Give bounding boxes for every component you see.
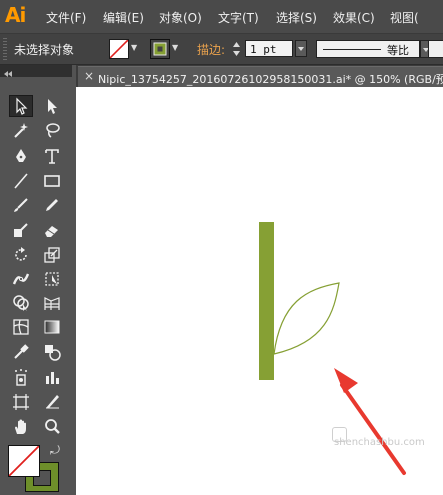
panel-grip[interactable]	[3, 38, 7, 60]
stroke-dropdown-icon[interactable]: ▼	[172, 43, 178, 52]
fill-dropdown-icon[interactable]: ▼	[131, 43, 137, 52]
stroke-weight-input[interactable]: 1 pt	[245, 40, 293, 57]
eraser-tool-icon[interactable]	[40, 219, 64, 241]
stem-rectangle[interactable]	[259, 222, 274, 380]
pen-tool-icon[interactable]	[9, 145, 33, 167]
blend-tool-icon[interactable]	[40, 341, 64, 363]
menu-type[interactable]: 文字(T)	[218, 9, 259, 26]
artwork	[259, 222, 406, 475]
scale-tool-icon[interactable]	[40, 244, 64, 266]
stroke-label[interactable]: 描边:	[197, 41, 225, 58]
leaf-path[interactable]	[273, 282, 340, 355]
menu-bar: Ai 文件(F) 编辑(E) 对象(O) 文字(T) 选择(S) 效果(C) 视…	[0, 0, 443, 34]
magic-wand-tool-icon[interactable]	[9, 119, 33, 141]
zoom-tool-icon[interactable]	[40, 416, 64, 438]
control-bar: 未选择对象 ▼ ▼ 描边: 1 pt 等比	[0, 34, 443, 65]
tools-panel-header[interactable]	[0, 65, 72, 77]
selection-tool-icon[interactable]	[9, 95, 33, 117]
stroke-weight-spinner-icon[interactable]	[232, 40, 241, 58]
menu-effect[interactable]: 效果(C)	[333, 9, 375, 26]
width-tool-icon[interactable]	[9, 268, 33, 290]
profile-label: 等比	[387, 44, 409, 57]
fill-color-swatch[interactable]	[109, 39, 129, 59]
red-arrow	[334, 368, 406, 475]
rectangle-tool-icon[interactable]	[40, 170, 64, 192]
pencil-tool-icon[interactable]	[40, 194, 64, 216]
menu-select[interactable]: 选择(S)	[276, 9, 317, 26]
artboard-canvas[interactable]	[76, 87, 443, 495]
symbol-sprayer-tool-icon[interactable]	[9, 366, 33, 388]
eyedropper-tool-icon[interactable]	[9, 341, 33, 363]
type-tool-icon[interactable]	[40, 145, 64, 167]
app-logo: Ai	[5, 3, 26, 27]
column-graph-tool-icon[interactable]	[40, 366, 64, 388]
lasso-tool-icon[interactable]	[40, 119, 64, 141]
none-color-icon	[9, 446, 39, 476]
blob-brush-tool-icon[interactable]	[9, 219, 33, 241]
brush-definition-select[interactable]	[428, 40, 443, 58]
document-tab-title: Nipic_13754257_20160726102958150031.ai* …	[98, 73, 443, 86]
mesh-tool-icon[interactable]	[9, 316, 33, 338]
line-segment-tool-icon[interactable]	[9, 170, 33, 192]
menu-edit[interactable]: 编辑(E)	[103, 9, 144, 26]
selection-status: 未选择对象	[14, 43, 75, 57]
artboard-tool-icon[interactable]	[9, 391, 33, 413]
watermark: shenchashbu.com	[334, 437, 425, 448]
menu-view[interactable]: 视图(	[390, 9, 419, 26]
fill-swatch[interactable]	[8, 445, 40, 477]
menu-file[interactable]: 文件(F)	[46, 9, 86, 26]
stroke-square-icon	[153, 42, 167, 56]
profile-line-preview	[323, 49, 381, 50]
stroke-color-swatch[interactable]	[150, 39, 170, 59]
direct-selection-tool-icon[interactable]	[40, 95, 64, 117]
gradient-tool-icon[interactable]	[40, 316, 64, 338]
stroke-weight-dropdown[interactable]	[295, 40, 307, 57]
menu-object[interactable]: 对象(O)	[159, 9, 202, 26]
free-transform-tool-icon[interactable]	[40, 268, 64, 290]
perspective-grid-tool-icon[interactable]	[40, 292, 64, 314]
hand-tool-icon[interactable]	[9, 416, 33, 438]
chevron-down-icon	[298, 47, 304, 51]
document-tab[interactable]: × Nipic_13754257_20160726102958150031.ai…	[78, 66, 443, 88]
shape-builder-tool-icon[interactable]	[9, 292, 33, 314]
variable-width-profile-select[interactable]: 等比	[316, 40, 420, 58]
rotate-tool-icon[interactable]	[9, 244, 33, 266]
swap-fill-stroke-icon[interactable]: ⤾	[50, 443, 60, 458]
slice-tool-icon[interactable]	[40, 391, 64, 413]
none-color-icon	[110, 40, 128, 58]
paintbrush-tool-icon[interactable]	[9, 194, 33, 216]
close-icon[interactable]: ×	[84, 69, 94, 83]
